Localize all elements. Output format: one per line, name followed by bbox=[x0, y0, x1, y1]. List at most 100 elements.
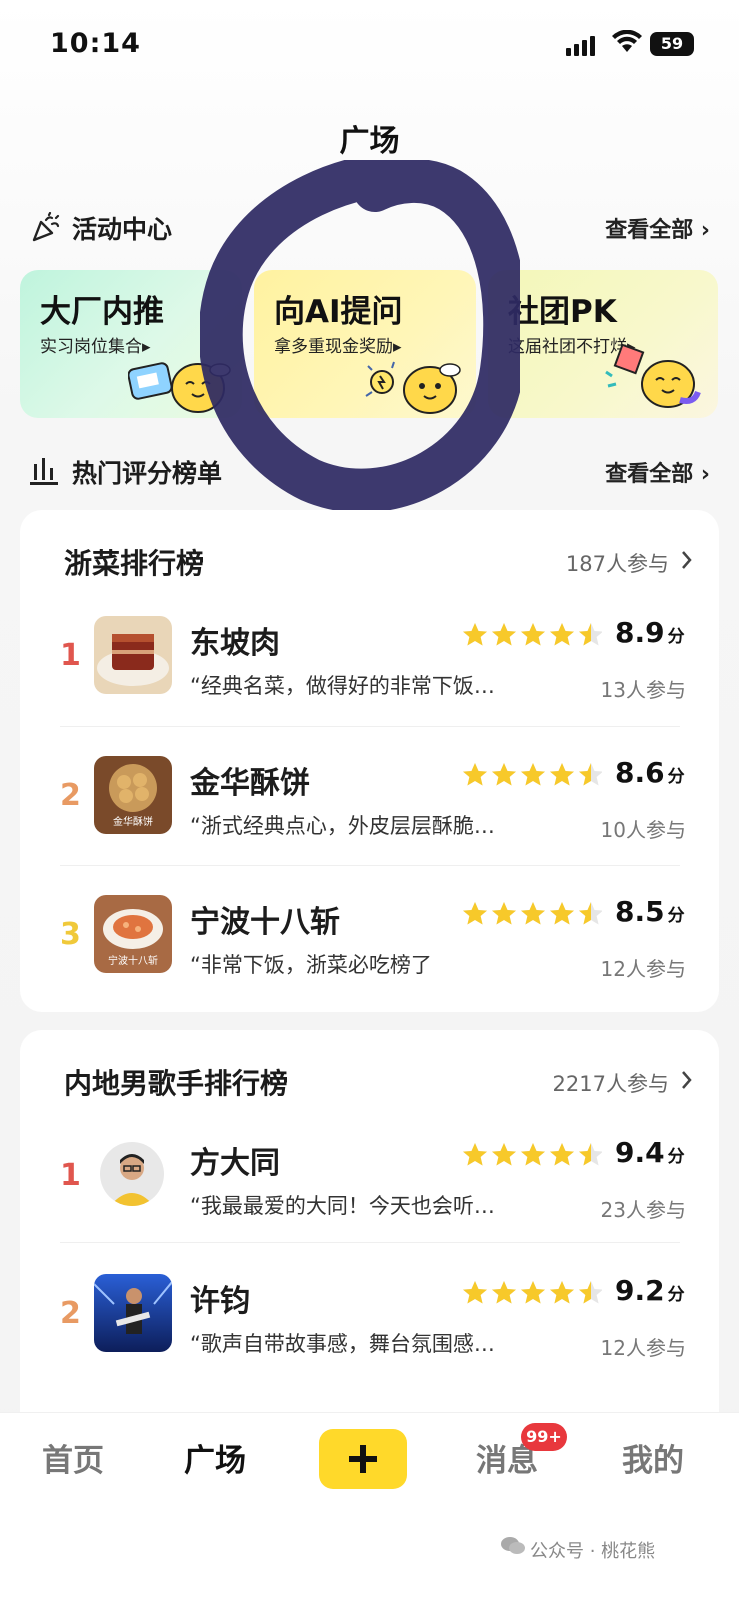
item-score: 8.6 分 bbox=[615, 756, 685, 789]
create-post-button[interactable] bbox=[319, 1429, 407, 1489]
star-icon bbox=[550, 623, 574, 646]
ranking-title: 浙菜排行榜 bbox=[64, 547, 205, 580]
star-rating bbox=[463, 1143, 602, 1166]
activity-card-title: 向AI提问 bbox=[274, 294, 403, 330]
star-icon bbox=[463, 1143, 487, 1166]
item-participants: 23人参与 bbox=[600, 1198, 686, 1222]
rank-number: 3 bbox=[60, 917, 81, 952]
star-icon bbox=[550, 1143, 574, 1166]
nav-home[interactable]: 首页 bbox=[42, 1435, 104, 1480]
star-icon bbox=[521, 623, 545, 646]
ranking-row[interactable]: 2 许钧 “歌声自带故事感，舞台氛围感… 9.2 分 12人参与 bbox=[60, 1274, 686, 1412]
party-popper-icon bbox=[32, 212, 60, 242]
activity-section-title: 活动中心 bbox=[72, 215, 173, 244]
star-icon bbox=[463, 763, 487, 786]
hot-ratings-title: 热门评分榜单 bbox=[72, 459, 223, 488]
star-icon bbox=[579, 1281, 602, 1304]
nav-mine[interactable]: 我的 bbox=[622, 1435, 684, 1480]
rank-number: 1 bbox=[60, 638, 81, 673]
hot-ratings-view-all-link[interactable]: 查看全部 › bbox=[605, 456, 710, 488]
chevron-right-icon bbox=[682, 551, 692, 569]
ranking-card-male-singers[interactable]: 内地男歌手排行榜 2217人参与 1 方大同 “我最最爱的大同！今天也会听… 9… bbox=[20, 1030, 719, 1450]
star-icon bbox=[521, 763, 545, 786]
status-time: 10:14 bbox=[50, 28, 141, 59]
dish-thumbnail bbox=[94, 616, 172, 694]
activity-card-referral[interactable]: 大厂内推 实习岗位集合▸ bbox=[20, 270, 242, 418]
star-icon bbox=[463, 1281, 487, 1304]
ranking-row[interactable]: 2 金华酥饼 金华酥饼 “浙式经典点心，外皮层层酥脆… 8.6 分 10人参与 bbox=[60, 756, 686, 894]
page-title: 广场 bbox=[339, 124, 400, 159]
wifi-icon bbox=[612, 30, 642, 52]
rank-number: 2 bbox=[60, 778, 81, 813]
star-icon bbox=[492, 1143, 516, 1166]
status-bar: 10:14 59 bbox=[0, 24, 739, 68]
star-icon bbox=[550, 902, 574, 925]
star-icon bbox=[550, 1281, 574, 1304]
star-icon bbox=[521, 1281, 545, 1304]
star-icon bbox=[463, 902, 487, 925]
divider bbox=[60, 865, 680, 866]
star-rating bbox=[463, 763, 602, 786]
hot-ratings-section-header: 热门评分榜单 查看全部 › bbox=[30, 452, 710, 492]
activity-card-title: 大厂内推 bbox=[40, 294, 164, 330]
star-icon bbox=[579, 763, 602, 786]
item-name: 金华酥饼 bbox=[190, 766, 310, 801]
star-icon bbox=[521, 1143, 545, 1166]
activity-view-all-link[interactable]: 查看全部 › bbox=[605, 212, 710, 244]
ranking-row[interactable]: 1 方大同 “我最最爱的大同！今天也会听… 9.4 分 23人参与 bbox=[60, 1136, 686, 1274]
ranking-row[interactable]: 1 东坡肉 “经典名菜，做得好的非常下饭… 8.9 分 13人参与 bbox=[60, 616, 686, 754]
avatar bbox=[100, 1142, 164, 1206]
activity-card-club-pk[interactable]: 社团PK 这届社团不打烊▸ bbox=[488, 270, 718, 418]
item-score: 8.9 分 bbox=[615, 616, 685, 649]
item-quote: “非常下饭，浙菜必吃榜了 bbox=[190, 953, 432, 977]
watermark: 公众号 · 桃花熊 bbox=[501, 1537, 656, 1563]
divider bbox=[60, 1242, 680, 1243]
ranking-card-zhejiang-cuisine[interactable]: 浙菜排行榜 187人参与 1 东坡肉 “经典名菜，做得好的非常下饭… 8.9 分 … bbox=[20, 510, 719, 1012]
ranking-participants-text: 187人参与 bbox=[565, 552, 669, 576]
star-icon bbox=[492, 763, 516, 786]
divider bbox=[60, 726, 680, 727]
star-rating bbox=[463, 902, 602, 925]
star-icon bbox=[579, 623, 602, 646]
battery-icon: 59 bbox=[650, 32, 694, 56]
rank-number: 1 bbox=[60, 1158, 81, 1193]
item-name: 许钧 bbox=[190, 1284, 250, 1319]
ranking-participants[interactable]: 187人参与 bbox=[565, 548, 692, 578]
watermark-text: 公众号 · 桃花熊 bbox=[530, 1541, 656, 1562]
item-quote: “歌声自带故事感，舞台氛围感… bbox=[190, 1332, 495, 1356]
star-rating bbox=[463, 623, 602, 646]
ranking-participants[interactable]: 2217人参与 bbox=[553, 1068, 692, 1098]
item-name: 宁波十八斩 bbox=[190, 905, 340, 940]
item-participants: 13人参与 bbox=[600, 678, 686, 702]
plaza-page: 10:14 59 广场 活动中心 查看全部 › 大厂内推 实习岗位集合▸ 向AI… bbox=[0, 0, 739, 1600]
item-participants: 10人参与 bbox=[600, 818, 686, 842]
star-icon bbox=[550, 763, 574, 786]
chevron-right-icon bbox=[682, 1071, 692, 1089]
singer-thumbnail bbox=[94, 1274, 172, 1352]
bee-mascot-icon bbox=[128, 362, 231, 413]
dish-thumbnail: 宁波十八斩 bbox=[94, 895, 172, 973]
thumbnail-caption: 宁波十八斩 bbox=[108, 956, 158, 967]
bee-mascot-icon bbox=[605, 343, 701, 408]
star-icon bbox=[579, 1143, 602, 1166]
activity-card-title: 社团PK bbox=[508, 294, 617, 330]
star-rating bbox=[463, 1281, 602, 1304]
bottom-nav: 首页 广场 消息 99+ 我的 公众号 · 桃花熊 bbox=[0, 1412, 739, 1600]
ranking-row[interactable]: 3 宁波十八斩 宁波十八斩 “非常下饭，浙菜必吃榜了 8.5 分 12人参与 bbox=[60, 895, 686, 1033]
cellular-signal-icon bbox=[566, 36, 598, 56]
activity-card-ask-ai[interactable]: 向AI提问 拿多重现金奖励▸ bbox=[254, 270, 476, 418]
messages-badge: 99+ bbox=[521, 1423, 567, 1451]
ranking-title: 内地男歌手排行榜 bbox=[64, 1067, 289, 1100]
bar-chart-icon bbox=[30, 458, 58, 485]
item-quote: “经典名菜，做得好的非常下饭… bbox=[190, 674, 495, 698]
item-score: 8.5 分 bbox=[615, 895, 685, 928]
nav-square[interactable]: 广场 bbox=[184, 1435, 246, 1480]
item-name: 东坡肉 bbox=[190, 626, 280, 661]
star-icon bbox=[521, 902, 545, 925]
star-icon bbox=[579, 902, 602, 925]
star-icon bbox=[463, 623, 487, 646]
rank-number: 2 bbox=[60, 1296, 81, 1331]
activity-section-header: 活动中心 查看全部 › bbox=[30, 208, 710, 248]
star-icon bbox=[492, 623, 516, 646]
thumbnail-caption: 金华酥饼 bbox=[113, 817, 153, 828]
